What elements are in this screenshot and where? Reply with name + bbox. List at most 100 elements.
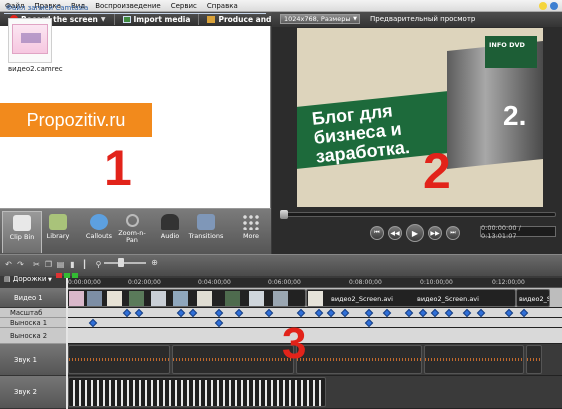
skip-start-button[interactable]: ⏮ (370, 226, 384, 240)
callout-keyframe[interactable] (88, 318, 98, 328)
rewind-button[interactable]: ◀◀ (388, 226, 402, 240)
zoom-keyframe[interactable] (326, 308, 336, 318)
audio-segment-marker (163, 380, 165, 406)
track-header-audio-1[interactable]: Звук 1 (0, 344, 66, 376)
menu-playback[interactable]: Воспроизведение (90, 2, 166, 10)
track-header-video-1[interactable]: Видео 1 (0, 288, 66, 308)
clip-label: видео2_Sc (519, 295, 549, 303)
audio-clip[interactable] (172, 345, 294, 374)
fast-forward-button[interactable]: ▶▶ (428, 226, 442, 240)
audio-clip[interactable] (424, 345, 524, 374)
audio-segment-marker (133, 380, 135, 406)
zoom-slider-handle[interactable] (118, 258, 124, 267)
callout-keyframe[interactable] (214, 318, 224, 328)
timeline-toolbar: ↶ ↷ ✂ ❐ ▤ ▮ ┃ ⚲ (0, 254, 562, 276)
media-file-name[interactable]: видео2.camrec (8, 65, 63, 73)
zoom-keyframe[interactable] (476, 308, 486, 318)
zoom-keyframe[interactable] (122, 308, 132, 318)
zoom-keyframe[interactable] (314, 308, 324, 318)
zoom-keyframe[interactable] (264, 308, 274, 318)
menu-help[interactable]: Справка (202, 2, 243, 10)
skip-end-button[interactable]: ⏭ (446, 226, 460, 240)
tab-audio[interactable]: Audio (150, 211, 190, 253)
track-header-callout-2[interactable]: Выноска 2 (0, 328, 66, 344)
zoom-keyframe[interactable] (214, 308, 224, 318)
zoom-keyframe[interactable] (418, 308, 428, 318)
playhead[interactable] (66, 278, 68, 409)
chevron-down-icon[interactable]: ▼ (101, 16, 106, 23)
audio-segment-marker (175, 380, 177, 406)
audio-segment-marker (235, 380, 237, 406)
zoom-keyframe[interactable] (404, 308, 414, 318)
zoom-keyframe[interactable] (504, 308, 514, 318)
audio-clip[interactable] (526, 345, 542, 374)
audio-segment-marker (283, 380, 285, 406)
zoom-keyframe[interactable] (234, 308, 244, 318)
marker-red[interactable] (56, 273, 62, 278)
preview-size-dropdown[interactable]: 1024x768, Размеры ▼ (280, 14, 360, 24)
zoom-keyframe[interactable] (188, 308, 198, 318)
track-header-audio-2[interactable]: Звук 2 (0, 376, 66, 409)
clip-label: видео2_Screen.avi (417, 295, 479, 303)
tab-more[interactable]: More (231, 211, 271, 253)
chevron-down-icon: ▼ (46, 277, 52, 283)
audio-segment-marker (157, 380, 159, 406)
task-tabs-bar: Clip Bin Library Callouts Zoom-n- Pan Aud… (0, 208, 271, 254)
track-headers: Видео 1 Масштаб Выноска 1 Выноска 2 Звук… (0, 288, 66, 409)
menu-tools[interactable]: Сервис (166, 2, 202, 10)
cut-icon[interactable]: ✂ (32, 260, 41, 269)
bulb-icon[interactable] (539, 1, 547, 10)
tab-clip-bin[interactable]: Clip Bin (2, 211, 42, 253)
marker-icon[interactable]: ┃ (80, 260, 89, 269)
zoom-keyframe[interactable] (444, 308, 454, 318)
zoom-keyframe[interactable] (382, 308, 392, 318)
paste-icon[interactable]: ▤ (56, 260, 65, 269)
undo-icon[interactable]: ↶ (4, 260, 13, 269)
video-preview-canvas[interactable]: INFO DVD Блог для бизнеса и заработка. 2… (297, 28, 543, 207)
lane-callout-2 (66, 328, 562, 344)
timeline-ruler[interactable]: 0:00:00;00 0:02:00;00 0:04:00;00 0:06:00… (66, 278, 562, 288)
globe-icon[interactable] (550, 1, 558, 10)
zoom-keyframe[interactable] (296, 308, 306, 318)
preview-seek-bar[interactable] (280, 212, 556, 217)
audio-segment-marker (301, 380, 303, 406)
zoom-in-icon[interactable]: ⊕ (150, 258, 159, 267)
zoom-keyframe[interactable] (462, 308, 472, 318)
copy-icon[interactable]: ❐ (44, 260, 53, 269)
video-clip[interactable]: видео2_Sc (516, 289, 550, 307)
library-icon (49, 214, 67, 230)
watermark-banner: Propozitiv.ru (0, 103, 152, 137)
zoom-keyframe[interactable] (340, 308, 350, 318)
seek-handle[interactable] (280, 210, 288, 219)
zoom-keyframe[interactable] (134, 308, 144, 318)
redo-icon[interactable]: ↷ (16, 260, 25, 269)
preview-title: Предварительный просмотр (370, 15, 476, 23)
audio-clip[interactable] (296, 345, 422, 374)
zoom-keyframe[interactable] (176, 308, 186, 318)
media-thumbnail[interactable] (8, 18, 52, 63)
split-icon[interactable]: ▮ (68, 260, 77, 269)
audio-clip[interactable] (68, 377, 326, 407)
tracks-dropdown[interactable]: ▤ Дорожки ▼ (4, 275, 52, 283)
system-icons (539, 1, 562, 10)
audio-segment-marker (205, 380, 207, 406)
video-clip[interactable]: видео2_Screen.avi видео2_Screen.avi (306, 289, 516, 307)
zoom-out-icon[interactable]: ⚲ (94, 260, 103, 269)
zoom-keyframe[interactable] (519, 308, 529, 318)
track-header-callout-1[interactable]: Выноска 1 (0, 318, 66, 328)
audio-clip[interactable] (68, 345, 170, 374)
zoom-keyframe[interactable] (364, 308, 374, 318)
video-clip[interactable] (66, 289, 306, 307)
tab-transitions[interactable]: Transitions (186, 211, 226, 253)
play-button[interactable]: ▶ (406, 224, 424, 242)
preview-size-value: 1024x768, Размеры (284, 15, 351, 23)
tab-library[interactable]: Library (38, 211, 78, 253)
track-header-zoom[interactable]: Масштаб (0, 308, 66, 318)
audio-segment-marker (103, 380, 105, 406)
callout-keyframe[interactable] (364, 318, 374, 328)
tab-zoom-n-pan[interactable]: Zoom-n- Pan (112, 211, 152, 253)
zoom-keyframe[interactable] (430, 308, 440, 318)
audio-segment-marker (139, 380, 141, 406)
import-media-button[interactable]: Import media (117, 13, 197, 25)
timeline-zoom-slider[interactable] (104, 262, 146, 264)
